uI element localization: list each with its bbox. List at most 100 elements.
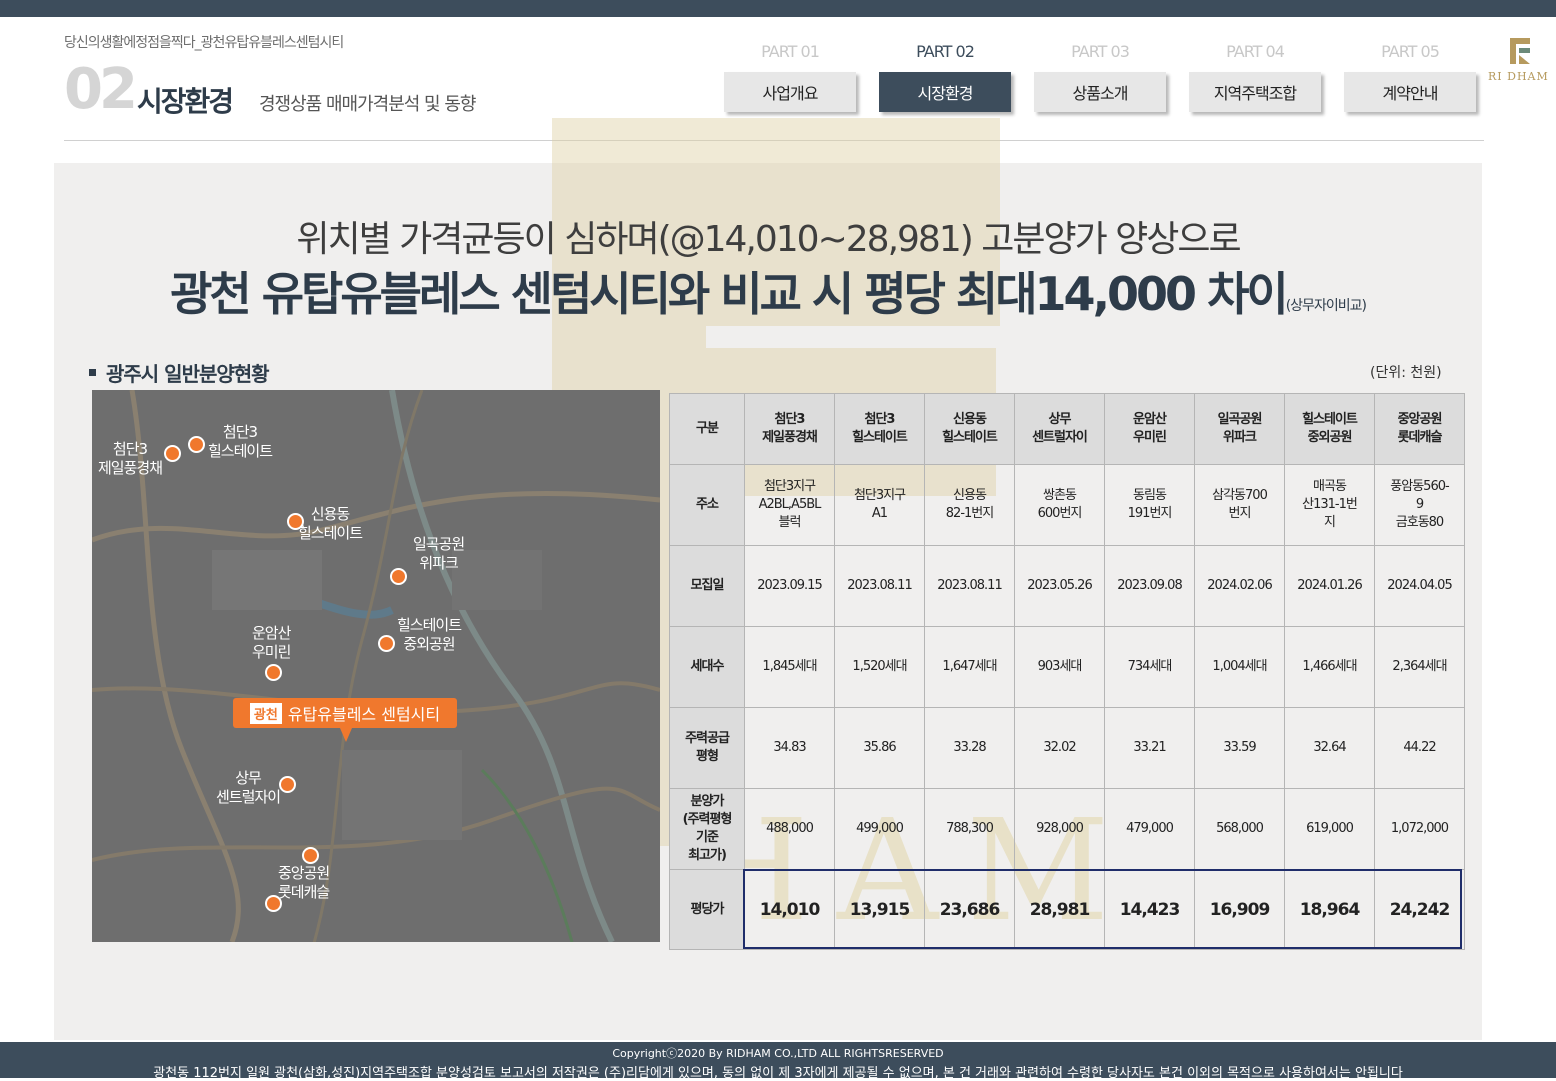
price-cell: 14,010 [744, 869, 835, 950]
table-row-header: 평당가 [669, 869, 745, 950]
ridham-logo-icon [1510, 38, 1530, 64]
map-pin[interactable] [188, 436, 205, 453]
table-cell: 신용동 82-1번지 [924, 464, 1015, 546]
table-row: 분양가 (주력평형 기준 최고가) 488,000 499,000 788,300 928,0… [669, 788, 1465, 870]
table-cell: 479,000 [1104, 788, 1195, 870]
table-cell: 33.21 [1104, 707, 1195, 789]
table-cell: 첨단3지구 A1 [834, 464, 925, 546]
pin-label-unamsan-umirin: 운암산 우미린 [252, 624, 291, 661]
table-row-header: 모집일 [669, 545, 745, 627]
table-cell: 1,466세대 [1284, 626, 1375, 708]
tab-contract-guide[interactable]: 계약안내 [1344, 72, 1476, 112]
map-pin[interactable] [302, 847, 319, 864]
top-bar [0, 0, 1556, 17]
section-title: 시장환경 [137, 85, 234, 118]
map-pin[interactable] [279, 776, 296, 793]
bullet-square-icon [89, 369, 96, 376]
headline-note: (상무자이비교) [1285, 298, 1367, 314]
table-cell: 1,520세대 [834, 626, 925, 708]
table-cell: 44.22 [1374, 707, 1465, 789]
part-label-4: PART 04 [1226, 42, 1285, 61]
footer: Copyrightⓒ2020 By RIDHAM CO.,LTD ALL RIG… [0, 1042, 1556, 1081]
pin-label-jungang-lotte-castle: 중앙공원 롯데캐슬 [278, 864, 330, 901]
table-cell: 쌍촌동 600번지 [1014, 464, 1105, 546]
map-roads [92, 390, 660, 942]
pin-label-cheomdan3-hillstate: 첨단3 힐스테이트 [208, 423, 273, 460]
table-column-header: 첨단3 힐스테이트 [834, 393, 925, 465]
table-row: 세대수 1,845세대 1,520세대 1,647세대 903세대 734세대 1,004세… [669, 626, 1465, 708]
table-cell: 2024.01.26 [1284, 545, 1375, 627]
list-title-text: 광주시 일반분양현황 [106, 362, 270, 386]
price-cell: 16,909 [1194, 869, 1285, 950]
table-cell: 삼각동700 번지 [1194, 464, 1285, 546]
pin-label-hillstate-jungoe: 힐스테이트 중외공원 [397, 616, 462, 653]
table-row-header: 세대수 [669, 626, 745, 708]
table-cell: 1,845세대 [744, 626, 835, 708]
table-column-header: 중앙공원 롯데캐슬 [1374, 393, 1465, 465]
table-column-header: 신용동 힐스테이트 [924, 393, 1015, 465]
callout-text: 유탑유블레스 센텀시티 [287, 705, 441, 724]
table-cell: 2023.08.11 [834, 545, 925, 627]
table-cell: 매곡동 산131-1번 지 [1284, 464, 1375, 546]
table-row: 모집일 2023.09.15 2023.08.11 2023.08.11 2023.05… [669, 545, 1465, 627]
price-cell: 18,964 [1284, 869, 1375, 950]
headline-line2: 광천 유탑유블레스 센텀시티와 비교 시 평당 최대14,000 차이(상무자이… [0, 258, 1536, 324]
map-pin[interactable] [164, 445, 181, 462]
table-row: 주소 첨단3지구 A2BL,A5BL 블럭 첨단3지구 A1 신용동 82-1번지 쌍촌동 600… [669, 464, 1465, 546]
footer-notice: 광천동 112번지 일원 광천(삼화,성진)지역주택조합 분양성검토 보고서의 … [153, 1066, 1403, 1081]
headline-line1: 위치별 가격균등이 심하며(@14,010~28,981) 고분양가 양상으로 [296, 219, 1241, 260]
table-cell: 2023.05.26 [1014, 545, 1105, 627]
callout-tag: 광천 [249, 702, 282, 724]
price-cell: 28,981 [1014, 869, 1105, 950]
table-cell: 2023.08.11 [924, 545, 1015, 627]
tab-housing-association[interactable]: 지역주택조합 [1189, 72, 1321, 112]
part-label-2: PART 02 [916, 42, 975, 61]
part-label-5: PART 05 [1381, 42, 1440, 61]
table-cell: 1,647세대 [924, 626, 1015, 708]
pin-label-sinyong-hillstate: 신용동 힐스테이트 [298, 505, 363, 542]
table-cell: 928,000 [1014, 788, 1105, 870]
table-cell: 33.28 [924, 707, 1015, 789]
logo-text: RI DHAM [1488, 70, 1549, 83]
map-pin[interactable] [390, 568, 407, 585]
table-column-header: 첨단3 제일풍경채 [744, 393, 835, 465]
map-pin[interactable] [378, 635, 395, 652]
table-cell: 2024.04.05 [1374, 545, 1465, 627]
table-column-header: 운암산 우미린 [1104, 393, 1195, 465]
price-cell: 24,242 [1374, 869, 1465, 950]
table-cell: 788,300 [924, 788, 1015, 870]
table-column-header: 일곡공원 위파크 [1194, 393, 1285, 465]
price-cell: 23,686 [924, 869, 1015, 950]
table-row-header: 주력공급 평형 [669, 707, 745, 789]
sales-status-table: 구분 첨단3 제일풍경채 첨단3 힐스테이트 신용동 힐스테이트 상무 센트럴자이 운암산 우미린 일… [669, 393, 1465, 950]
tagline: 당신의생활에정점을찍다_광천유탑유블레스센텀시티 [64, 35, 344, 51]
table-cell: 1,072,000 [1374, 788, 1465, 870]
pin-label-sangmu-central-xi: 상무 센트럴자이 [216, 769, 281, 806]
table-cell: 풍암동560- 9 금호동80 [1374, 464, 1465, 546]
table-column-header: 힐스테이트 중외공원 [1284, 393, 1375, 465]
table-row-header: 주소 [669, 464, 745, 546]
table-cell: 619,000 [1284, 788, 1375, 870]
tab-market-environment[interactable]: 시장환경 [879, 72, 1011, 112]
callout-pointer [340, 728, 352, 742]
tab-product-intro[interactable]: 상품소개 [1034, 72, 1166, 112]
table-cell: 32.02 [1014, 707, 1105, 789]
project-callout: 광천 유탑유블레스 센텀시티 [233, 698, 457, 728]
part-label-1: PART 01 [761, 42, 820, 61]
table-cell: 2023.09.08 [1104, 545, 1195, 627]
tab-business-overview[interactable]: 사업개요 [724, 72, 856, 112]
footer-copyright: Copyrightⓒ2020 By RIDHAM CO.,LTD ALL RIG… [612, 1047, 944, 1060]
table-row: 주력공급 평형 34.83 35.86 33.28 32.02 33.21 33.59 32.6… [669, 707, 1465, 789]
table-corner-cell: 구분 [669, 393, 745, 465]
table-cell: 2023.09.15 [744, 545, 835, 627]
table-cell: 1,004세대 [1194, 626, 1285, 708]
part-label-3: PART 03 [1071, 42, 1130, 61]
table-cell: 499,000 [834, 788, 925, 870]
headline-line2-text: 광천 유탑유블레스 센텀시티와 비교 시 평당 최대14,000 차이 [170, 267, 1289, 321]
location-map: 첨단3 제일풍경채 첨단3 힐스테이트 신용동 힐스테이트 일곡공원 위파크 힐스테이트… [92, 390, 660, 942]
table-cell: 488,000 [744, 788, 835, 870]
table-cell: 첨단3지구 A2BL,A5BL 블럭 [744, 464, 835, 546]
list-title: 광주시 일반분양현황 [89, 358, 270, 387]
map-pin[interactable] [265, 664, 282, 681]
table-cell: 32.64 [1284, 707, 1375, 789]
